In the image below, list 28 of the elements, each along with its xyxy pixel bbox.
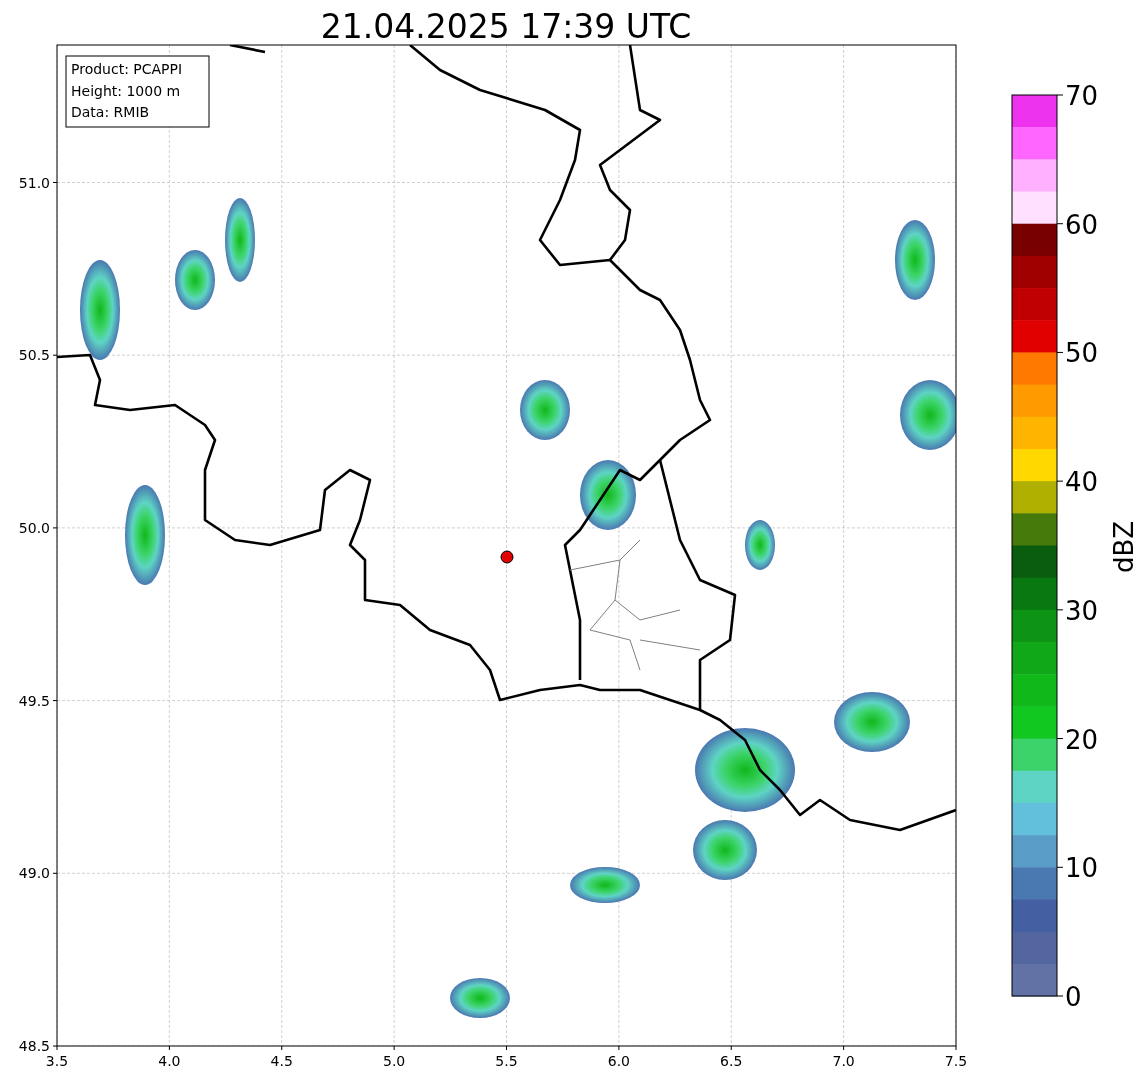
colorbar-tick-label: 60 <box>1065 209 1099 240</box>
axis-tick-label: 7.0 <box>832 1053 855 1069</box>
axis-tick-label: 4.0 <box>158 1053 181 1069</box>
legend-text: Height: 1000 m <box>71 82 181 99</box>
axis-tick-label: 48.5 <box>18 1038 50 1054</box>
colorbar-tick-label: 40 <box>1065 467 1099 498</box>
axis-tick-label: 49.0 <box>18 865 50 882</box>
axis-tick-label: 5.0 <box>383 1053 406 1069</box>
axis-tick-label: 6.0 <box>607 1053 630 1069</box>
axis-tick-label: 50.0 <box>18 519 50 536</box>
legend-text: Product: PCAPPI <box>71 61 183 77</box>
colorbar-tick-label: 50 <box>1065 338 1099 369</box>
chart-title: 21.04.2025 17:39 UTC <box>320 7 692 46</box>
colorbar-tick-label: 20 <box>1065 724 1099 755</box>
axis-tick-label: 50.5 <box>18 347 50 364</box>
axis-tick-label: 5.5 <box>495 1053 518 1069</box>
axis-tick-label: 49.5 <box>18 692 50 709</box>
axis-tick-label: 4.5 <box>270 1053 293 1069</box>
colorbar-tick-label: 30 <box>1065 595 1099 626</box>
colorbar-tick-label: 10 <box>1065 853 1099 884</box>
axis-tick-label: 51.0 <box>18 174 50 191</box>
axis-tick-label: 6.5 <box>720 1053 743 1069</box>
colorbar-tick-label: 0 <box>1065 982 1082 1012</box>
axis-tick-label: 3.5 <box>45 1053 69 1069</box>
axis-tick-label: 7.5 <box>944 1053 968 1069</box>
colorbar-label: dBZ <box>1109 520 1139 574</box>
legend-text: Data: RMIB <box>71 104 150 120</box>
colorbar-tick-label: 70 <box>1065 81 1099 111</box>
